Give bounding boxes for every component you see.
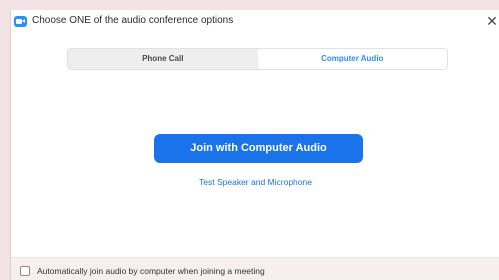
close-icon[interactable]: ✕: [485, 12, 499, 30]
title-bar: Choose ONE of the audio conference optio…: [11, 10, 499, 34]
audio-tab-bar: Phone Call Computer Audio: [67, 48, 448, 70]
tab-phone-call[interactable]: Phone Call: [68, 49, 258, 69]
window-title: Choose ONE of the audio conference optio…: [32, 15, 234, 26]
tab-computer-audio[interactable]: Computer Audio: [257, 49, 447, 69]
audio-options-dialog: Choose ONE of the audio conference optio…: [10, 10, 499, 280]
join-computer-audio-button[interactable]: Join with Computer Audio: [154, 134, 363, 163]
auto-join-checkbox[interactable]: [20, 266, 30, 276]
zoom-camera-icon: [14, 16, 27, 27]
test-speaker-microphone-link[interactable]: Test Speaker and Microphone: [11, 177, 499, 187]
footer: Automatically join audio by computer whe…: [11, 258, 499, 280]
auto-join-label[interactable]: Automatically join audio by computer whe…: [37, 266, 265, 276]
